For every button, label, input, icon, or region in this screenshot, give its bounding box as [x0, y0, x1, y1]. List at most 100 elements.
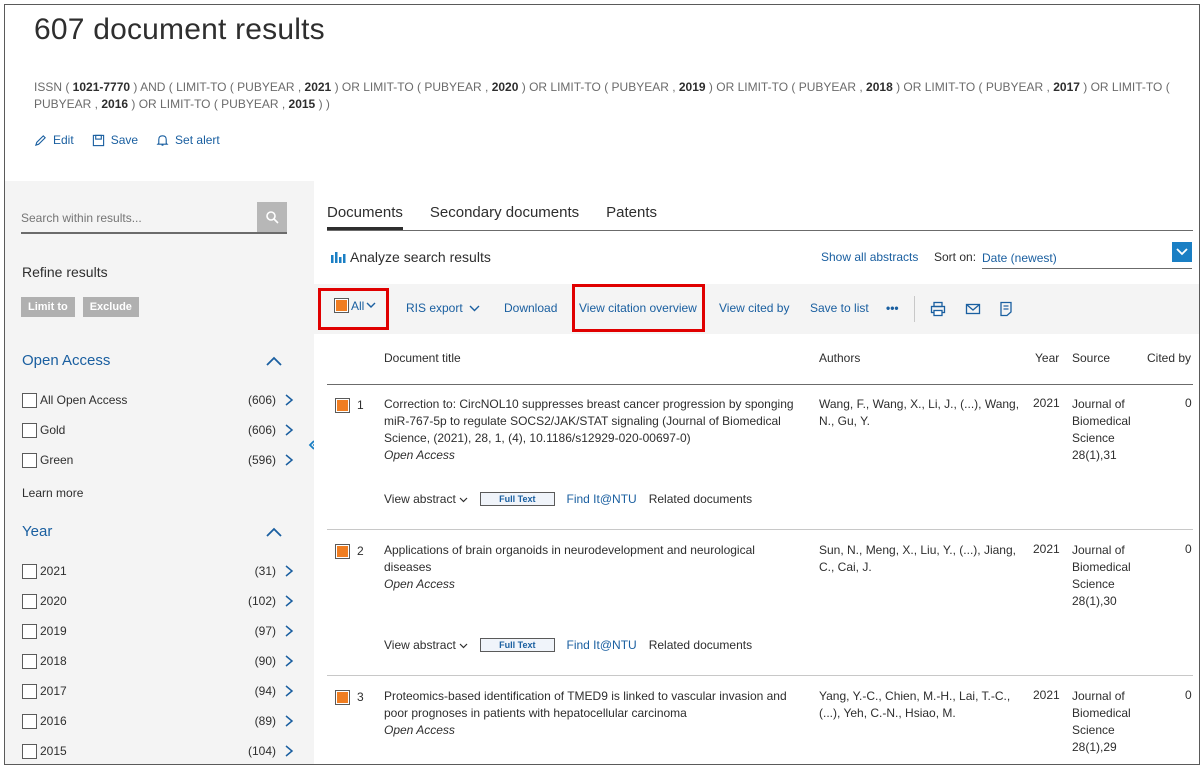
- document-title-link[interactable]: Applications of brain organoids in neuro…: [384, 543, 755, 574]
- row-source[interactable]: Journal of Biomedical Science 28(1),29: [1072, 688, 1142, 756]
- related-documents-link[interactable]: Related documents: [649, 492, 752, 506]
- view-cited-by-button[interactable]: View cited by: [719, 301, 789, 315]
- search-within-input[interactable]: [21, 200, 251, 230]
- more-options-button[interactable]: •••: [886, 301, 899, 315]
- row-source[interactable]: Journal of Biomedical Science 28(1),31: [1072, 396, 1142, 464]
- facet-checkbox[interactable]: [22, 713, 37, 729]
- chevron-down-icon[interactable]: [1172, 242, 1192, 262]
- bibliography-icon[interactable]: [998, 301, 1014, 317]
- limit-buttons: Limit to Exclude: [21, 297, 139, 317]
- chevron-right-icon[interactable]: [284, 745, 294, 757]
- row-authors[interactable]: Wang, F., Wang, X., Li, J., (...), Wang,…: [819, 396, 1024, 430]
- open-access-heading[interactable]: Open Access: [22, 352, 110, 369]
- tab-patents[interactable]: Patents: [606, 204, 657, 230]
- chevron-right-icon[interactable]: [284, 424, 294, 436]
- sort-select[interactable]: Date (newest): [982, 242, 1192, 269]
- email-icon[interactable]: [965, 301, 981, 317]
- facet-year-item[interactable]: 2019 (97): [22, 621, 294, 641]
- document-title-link[interactable]: Correction to: CircNOL10 suppresses brea…: [384, 397, 794, 445]
- facet-year-item[interactable]: 2020 (102): [22, 591, 294, 611]
- find-it-link[interactable]: Find It@NTU: [567, 492, 637, 506]
- analyze-search-results[interactable]: Analyze search results: [330, 249, 491, 265]
- tab-divider: [327, 230, 1193, 231]
- facet-open-access-item[interactable]: Green (596): [22, 450, 294, 470]
- row-authors[interactable]: Sun, N., Meng, X., Liu, Y., (...), Jiang…: [819, 542, 1024, 576]
- facet-checkbox[interactable]: [22, 743, 37, 759]
- year-heading[interactable]: Year: [22, 523, 52, 540]
- col-authors[interactable]: Authors: [819, 351, 860, 365]
- tab-secondary-documents[interactable]: Secondary documents: [430, 204, 579, 230]
- chevron-right-icon[interactable]: [284, 454, 294, 466]
- set-alert-button[interactable]: Set alert: [156, 133, 220, 147]
- tab-documents[interactable]: Documents: [327, 204, 403, 230]
- chevron-up-icon[interactable]: [266, 355, 282, 367]
- document-title-link[interactable]: Proteomics-based identification of TMED9…: [384, 689, 787, 720]
- exclude-button[interactable]: Exclude: [82, 297, 139, 317]
- open-access-label: Open Access: [384, 448, 455, 462]
- row-cited-by[interactable]: 0: [1185, 396, 1192, 410]
- row-source[interactable]: Journal of Biomedical Science 28(1),30: [1072, 542, 1142, 610]
- limit-to-button[interactable]: Limit to: [21, 297, 75, 317]
- facet-label: Green: [40, 453, 74, 467]
- chevron-right-icon[interactable]: [284, 565, 294, 577]
- facet-checkbox[interactable]: [22, 683, 37, 699]
- query-fragment: ) OR LIMIT-TO ( PUBYEAR ,: [331, 80, 492, 94]
- row-cited-by[interactable]: 0: [1185, 542, 1192, 556]
- col-document-title[interactable]: Document title: [384, 351, 461, 365]
- query-fragment: 1021-7770: [72, 80, 131, 94]
- chevron-right-icon[interactable]: [284, 655, 294, 667]
- page-title: 607 document results: [34, 13, 325, 46]
- facet-count: (89): [254, 714, 276, 728]
- chevron-right-icon[interactable]: [284, 394, 294, 406]
- select-all-dropdown[interactable]: All: [334, 298, 376, 313]
- edit-button[interactable]: Edit: [34, 133, 74, 147]
- view-abstract-toggle[interactable]: View abstract: [384, 638, 468, 652]
- col-cited-by[interactable]: Cited by: [1147, 351, 1191, 365]
- query-fragment: ISSN (: [34, 80, 73, 94]
- facet-checkbox[interactable]: [22, 563, 37, 579]
- facet-count: (596): [247, 453, 276, 467]
- select-all-checkbox[interactable]: [334, 298, 349, 313]
- full-text-button[interactable]: Full Text: [480, 492, 555, 506]
- facet-year-item[interactable]: 2015 (104): [22, 741, 294, 761]
- facet-checkbox[interactable]: [22, 422, 37, 438]
- save-to-list-button[interactable]: Save to list: [810, 301, 869, 315]
- facet-checkbox[interactable]: [22, 452, 37, 468]
- view-citation-overview-button[interactable]: View citation overview: [579, 301, 697, 315]
- learn-more-link[interactable]: Learn more: [22, 486, 83, 500]
- query-fragment: 2015: [288, 97, 316, 111]
- facet-checkbox[interactable]: [22, 653, 37, 669]
- find-it-link[interactable]: Find It@NTU: [567, 638, 637, 652]
- ris-export-dropdown[interactable]: RIS export: [406, 301, 480, 315]
- facet-year-item[interactable]: 2016 (89): [22, 711, 294, 731]
- facet-year-item[interactable]: 2017 (94): [22, 681, 294, 701]
- chevron-right-icon[interactable]: [284, 715, 294, 727]
- facet-checkbox[interactable]: [22, 623, 37, 639]
- view-abstract-toggle[interactable]: View abstract: [384, 492, 468, 506]
- col-year[interactable]: Year: [1035, 351, 1059, 365]
- facet-checkbox[interactable]: [22, 593, 37, 609]
- row-checkbox[interactable]: [335, 690, 350, 705]
- row-checkbox[interactable]: [335, 544, 350, 559]
- chevron-right-icon[interactable]: [284, 685, 294, 697]
- download-button[interactable]: Download: [504, 301, 557, 315]
- related-documents-link[interactable]: Related documents: [649, 638, 752, 652]
- search-button[interactable]: [257, 202, 287, 232]
- chevron-right-icon[interactable]: [284, 595, 294, 607]
- print-icon[interactable]: [930, 301, 946, 317]
- row-authors[interactable]: Yang, Y.-C., Chien, M.-H., Lai, T.-C., (…: [819, 688, 1024, 722]
- row-cited-by[interactable]: 0: [1185, 688, 1192, 702]
- chevron-up-icon[interactable]: [266, 526, 282, 538]
- save-button[interactable]: Save: [92, 133, 138, 147]
- facet-open-access-item[interactable]: All Open Access (606): [22, 390, 294, 410]
- full-text-button[interactable]: Full Text: [480, 638, 555, 652]
- facet-year-item[interactable]: 2021 (31): [22, 561, 294, 581]
- facet-checkbox[interactable]: [22, 392, 37, 408]
- row-checkbox[interactable]: [335, 398, 350, 413]
- facet-year-item[interactable]: 2018 (90): [22, 651, 294, 671]
- show-all-abstracts-link[interactable]: Show all abstracts: [821, 250, 918, 264]
- col-source[interactable]: Source: [1072, 351, 1110, 365]
- chevron-right-icon[interactable]: [284, 625, 294, 637]
- query-fragment: ) OR LIMIT-TO ( PUBYEAR ,: [705, 80, 867, 94]
- facet-open-access-item[interactable]: Gold (606): [22, 420, 294, 440]
